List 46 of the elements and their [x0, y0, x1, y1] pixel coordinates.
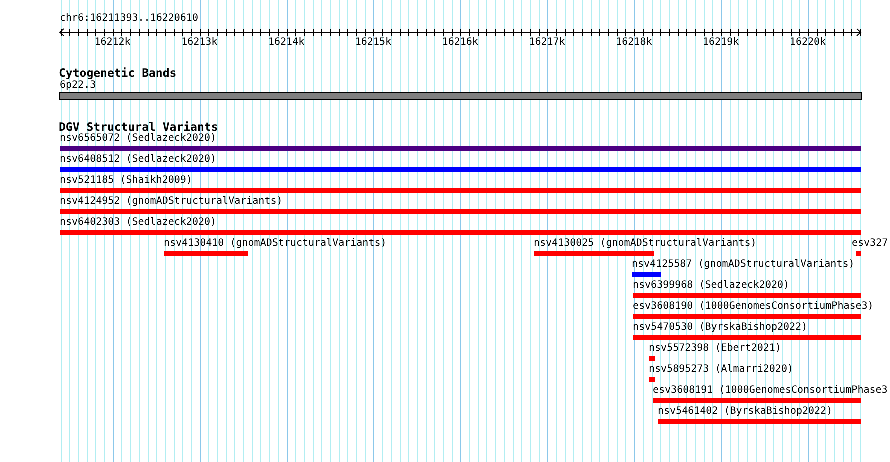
variant-bar[interactable]: [534, 251, 654, 256]
variant-bar[interactable]: [164, 251, 248, 256]
band-label: 6p22.3: [60, 80, 98, 92]
variant-label: nsv4130410 (gnomADStructuralVariants): [164, 238, 387, 250]
variant-bar[interactable]: [633, 314, 861, 319]
tick-label: 16213k: [182, 37, 218, 48]
variant-label: nsv6399968 (Sedlazeck2020): [633, 280, 790, 292]
tick-label: 16218k: [616, 37, 652, 48]
tick-label: 16220k: [790, 37, 826, 48]
variant-label: nsv5572398 (Ebert2021): [649, 343, 782, 355]
tick-label: 16219k: [703, 37, 740, 48]
variant-bar[interactable]: [60, 230, 861, 235]
variant-bar[interactable]: [60, 209, 861, 214]
variant-bar[interactable]: [60, 146, 861, 151]
tick-label: 16215k: [355, 37, 392, 48]
variant-label: nsv6565072 (Sedlazeck2020): [60, 133, 217, 145]
tick-label: 16217k: [529, 37, 566, 48]
location-label: chr6:16211393..16220610: [60, 13, 200, 25]
variant-label: nsv6402303 (Sedlazeck2020): [60, 217, 217, 229]
variant-bar[interactable]: [649, 356, 655, 361]
variant-bar[interactable]: [60, 167, 861, 172]
variant-label: nsv5470530 (ByrskaBishop2022): [633, 322, 808, 334]
variant-label: esv327: [852, 238, 888, 250]
variant-label: nsv6408512 (Sedlazeck2020): [60, 154, 217, 166]
variant-bar[interactable]: [856, 251, 861, 256]
variant-bar[interactable]: [649, 377, 655, 382]
variant-bar[interactable]: [658, 419, 861, 424]
tick-label: 16214k: [268, 37, 305, 48]
track-title: DGV Structural Variants: [59, 121, 220, 134]
variant-label: esv3608191 (1000GenomesConsortiumPhase3: [653, 385, 888, 397]
variant-bar[interactable]: [60, 188, 861, 193]
chromosome-band[interactable]: [59, 92, 862, 100]
track-title: Cytogenetic Bands: [59, 67, 178, 80]
variant-label: nsv5461402 (ByrskaBishop2022): [658, 406, 833, 418]
variant-label: esv3608190 (1000GenomesConsortiumPhase3): [633, 301, 874, 313]
tick-label: 16212k: [94, 37, 131, 48]
variant-label: nsv521185 (Shaikh2009): [60, 175, 192, 187]
variant-bar[interactable]: [633, 293, 861, 298]
variant-label: nsv4125587 (gnomADStructuralVariants): [632, 259, 855, 271]
variant-label: nsv5895273 (Almarri2020): [649, 364, 794, 376]
variant-bar[interactable]: [632, 272, 661, 277]
tick-label: 16216k: [442, 37, 478, 48]
variant-bar[interactable]: [653, 398, 861, 403]
variant-bar[interactable]: [633, 335, 861, 340]
variant-label: nsv4124952 (gnomADStructuralVariants): [60, 196, 283, 208]
variant-label: nsv4130025 (gnomADStructuralVariants): [534, 238, 757, 250]
